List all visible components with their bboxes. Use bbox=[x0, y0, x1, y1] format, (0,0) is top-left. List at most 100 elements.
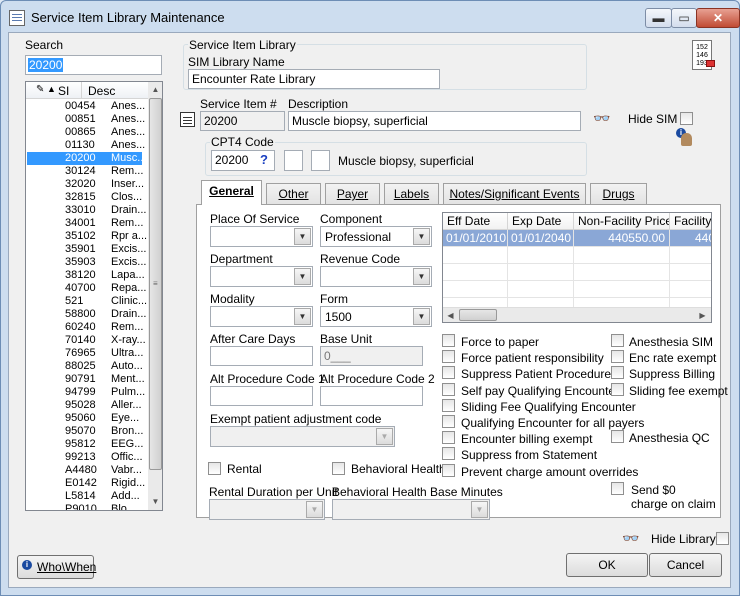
dropdown-arrow-icon[interactable]: ▼ bbox=[376, 428, 393, 445]
scroll-up-icon[interactable]: ▲ bbox=[148, 82, 162, 97]
notepad-icon[interactable] bbox=[180, 112, 195, 127]
list-item[interactable]: 00865 Anes... bbox=[27, 126, 145, 139]
list-item[interactable]: 60240 Rem... bbox=[27, 321, 143, 334]
place-of-service-select[interactable]: ▼ bbox=[210, 226, 313, 247]
alt-procedure-code-2-field[interactable] bbox=[320, 386, 423, 406]
grid-row[interactable] bbox=[443, 281, 711, 298]
search-input[interactable]: 20200 bbox=[25, 55, 162, 75]
cancel-button[interactable]: Cancel bbox=[649, 553, 722, 577]
list-item[interactable]: 95028 Aller... bbox=[27, 399, 142, 412]
checkbox-suppress-billing[interactable] bbox=[611, 366, 624, 380]
scroll-thumb[interactable] bbox=[459, 309, 497, 321]
checkbox-self-pay-qualifying-encounter[interactable] bbox=[442, 382, 455, 396]
after-care-days-field[interactable] bbox=[210, 346, 313, 366]
who-when-button[interactable]: i Who\When bbox=[17, 555, 96, 579]
dropdown-arrow-icon[interactable]: ▼ bbox=[413, 308, 430, 325]
list-item[interactable]: E0142 Rigid... bbox=[27, 477, 145, 490]
tab-other[interactable]: Other bbox=[266, 183, 321, 204]
rates-grid[interactable]: Eff Date Exp Date Non-Facility Price Facili… bbox=[442, 212, 712, 323]
list-item[interactable]: 95812 EEG... bbox=[27, 438, 143, 451]
list-item[interactable]: 38120 Lapa... bbox=[27, 269, 145, 282]
dropdown-arrow-icon[interactable]: ▼ bbox=[413, 268, 430, 285]
list-item[interactable]: 00454 Anes... bbox=[27, 100, 145, 113]
dropdown-arrow-icon[interactable]: ▼ bbox=[294, 268, 311, 285]
grid-column-header[interactable]: Eff Date bbox=[443, 213, 508, 230]
tab-payer[interactable]: Payer bbox=[325, 183, 380, 204]
list-item[interactable]: P9010 Blo... bbox=[27, 503, 142, 510]
grid-horizontal-scrollbar[interactable]: ◀ ▶ bbox=[443, 307, 711, 322]
hide-sim-checkbox[interactable] bbox=[680, 112, 693, 125]
scroll-left-icon[interactable]: ◀ bbox=[443, 308, 458, 322]
tab-drugs[interactable]: Drugs bbox=[590, 183, 647, 204]
list-item[interactable]: 40700 Repa... bbox=[27, 282, 146, 295]
form-select[interactable]: 1500 ▼ bbox=[320, 306, 432, 327]
alt-procedure-code-1-field[interactable] bbox=[210, 386, 313, 406]
dropdown-arrow-icon[interactable]: ▼ bbox=[306, 501, 323, 518]
scroll-thumb[interactable]: ≡ bbox=[149, 98, 162, 470]
list-item[interactable]: 20200 Musc... bbox=[27, 152, 146, 165]
department-select[interactable]: ▼ bbox=[210, 266, 313, 287]
checkbox-enc-rate-exempt[interactable] bbox=[611, 350, 624, 364]
exempt-adjustment-select[interactable]: ▼ bbox=[210, 426, 395, 447]
list-item[interactable]: 90791 Ment... bbox=[27, 373, 145, 386]
calendar-icon[interactable]: 152 146 193 bbox=[692, 40, 715, 70]
checkbox-prevent-charge-amount-overrides[interactable] bbox=[442, 463, 455, 477]
cpt4-modifier-field-1[interactable] bbox=[284, 150, 303, 171]
checkbox-force-to-paper[interactable] bbox=[442, 334, 455, 347]
list-item[interactable]: 35102 Rpr a... bbox=[27, 230, 147, 243]
info-person-icon[interactable]: i bbox=[676, 128, 693, 146]
hide-library-checkbox[interactable] bbox=[716, 532, 729, 545]
list-item[interactable]: 35901 Excis... bbox=[27, 243, 146, 256]
grid-column-header[interactable]: Facility P bbox=[670, 213, 711, 230]
column-desc[interactable]: Desc bbox=[88, 84, 115, 98]
list-item[interactable]: 32815 Clos... bbox=[27, 191, 142, 204]
service-item-list[interactable]: ✎ ▲ SI Desc 00454 Anes... 00851 Anes... 0086… bbox=[25, 81, 163, 511]
rental-duration-select[interactable]: ▼ bbox=[209, 499, 325, 520]
checkbox-qualifying-encounter-for-all-payers[interactable] bbox=[442, 415, 455, 428]
list-item[interactable]: 94799 Pulm... bbox=[27, 386, 145, 399]
component-select[interactable]: Professional ▼ bbox=[320, 226, 432, 247]
list-item[interactable]: 34001 Rem... bbox=[27, 217, 143, 230]
list-item[interactable]: 33010 Drain... bbox=[27, 204, 146, 217]
rental-checkbox[interactable] bbox=[208, 462, 221, 475]
send-zero-checkbox[interactable] bbox=[611, 482, 624, 495]
list-item[interactable]: A4480 Vabr... bbox=[27, 464, 142, 477]
revenue-code-select[interactable]: ▼ bbox=[320, 266, 432, 287]
list-item[interactable]: 35903 Excis... bbox=[27, 256, 146, 269]
scroll-right-icon[interactable]: ▶ bbox=[695, 308, 710, 322]
minimize-button[interactable]: ▬ bbox=[645, 8, 672, 28]
checkbox-force-patient-responsibility[interactable] bbox=[442, 350, 455, 364]
checkbox-suppress-from-statement[interactable] bbox=[442, 447, 455, 461]
cpt4-code-field[interactable]: 20200? bbox=[211, 150, 275, 171]
list-item[interactable]: 95070 Bron... bbox=[27, 425, 143, 438]
grid-column-header[interactable]: Non-Facility Price bbox=[574, 213, 670, 230]
list-scrollbar[interactable]: ▲ ≡ ▼ bbox=[148, 82, 162, 510]
help-icon[interactable]: ? bbox=[260, 152, 268, 167]
list-item[interactable]: 88025 Auto... bbox=[27, 360, 143, 373]
checkbox-anesthesia-sim[interactable] bbox=[611, 334, 624, 347]
dropdown-arrow-icon[interactable]: ▼ bbox=[413, 228, 430, 245]
list-item[interactable]: 521 Clinic... bbox=[27, 295, 147, 308]
grid-row[interactable] bbox=[443, 247, 711, 264]
dropdown-arrow-icon[interactable]: ▼ bbox=[294, 308, 311, 325]
modality-select[interactable]: ▼ bbox=[210, 306, 313, 327]
sim-library-name-field[interactable]: Encounter Rate Library bbox=[188, 69, 440, 89]
scroll-down-icon[interactable]: ▼ bbox=[148, 494, 162, 509]
dropdown-arrow-icon[interactable]: ▼ bbox=[294, 228, 311, 245]
ok-button[interactable]: OK bbox=[566, 553, 648, 577]
checkbox-suppress-patient-procedure[interactable] bbox=[442, 366, 455, 380]
tab-labels[interactable]: Labels bbox=[384, 183, 439, 204]
grid-row[interactable] bbox=[443, 264, 711, 281]
list-item[interactable]: 76965 Ultra... bbox=[27, 347, 143, 360]
cpt4-modifier-field-2[interactable] bbox=[311, 150, 330, 171]
tab-notes-significant-events[interactable]: Notes/Significant Events bbox=[443, 183, 586, 204]
list-item[interactable]: 58800 Drain... bbox=[27, 308, 146, 321]
checkbox-sliding-fee-exempt[interactable] bbox=[611, 382, 624, 396]
dropdown-arrow-icon[interactable]: ▼ bbox=[471, 501, 488, 518]
list-item[interactable]: L5814 Add... bbox=[27, 490, 142, 503]
list-item[interactable]: 00851 Anes... bbox=[27, 113, 145, 126]
grid-column-header[interactable]: Exp Date bbox=[508, 213, 574, 230]
behavioral-minutes-select[interactable]: ▼ bbox=[332, 499, 490, 520]
description-field[interactable]: Muscle biopsy, superficial bbox=[288, 111, 581, 131]
behavioral-health-checkbox[interactable] bbox=[332, 462, 345, 475]
